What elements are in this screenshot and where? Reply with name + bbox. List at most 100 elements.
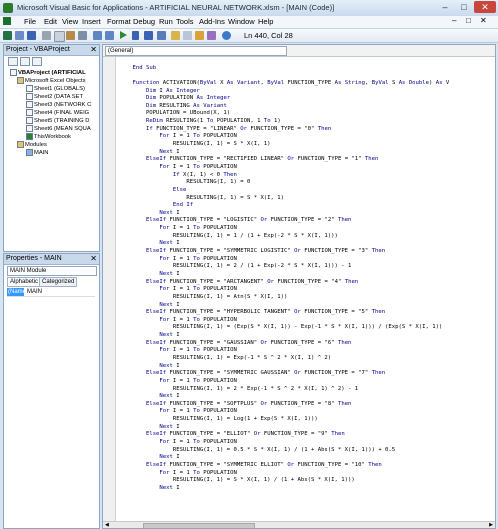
code-line[interactable]: For I = 1 To POPULATION bbox=[119, 133, 449, 141]
code-line[interactable]: For I = 1 To POPULATION bbox=[119, 470, 449, 478]
code-line[interactable]: RESULTING(I, 1) = S * X(I, 1) / (1 + Abs… bbox=[119, 477, 449, 485]
code-line[interactable]: Next I bbox=[119, 210, 449, 218]
object-select[interactable]: MAIN Module bbox=[7, 266, 97, 276]
menu-view[interactable]: View bbox=[62, 17, 78, 26]
code-editor[interactable]: End Sub Function ACTIVATION(ByVal X As V… bbox=[119, 57, 449, 493]
code-line[interactable] bbox=[119, 72, 449, 80]
code-line[interactable]: Next I bbox=[119, 393, 449, 401]
object-combo[interactable]: (General) bbox=[105, 46, 287, 56]
menu-file[interactable]: File bbox=[24, 17, 36, 26]
code-line[interactable]: Next I bbox=[119, 271, 449, 279]
close-button[interactable]: ✕ bbox=[474, 1, 496, 13]
code-line[interactable]: Function ACTIVATION(ByVal X As Variant, … bbox=[119, 80, 449, 88]
code-line[interactable]: Next I bbox=[119, 302, 449, 310]
code-line[interactable]: ElseIf FUNCTION_TYPE = "SYMMETRIC LOGIST… bbox=[119, 248, 449, 256]
tree-module-main[interactable]: MAIN bbox=[26, 149, 49, 158]
code-line[interactable]: RESULTING(I, 1) = S * X(I, 1) bbox=[119, 195, 449, 203]
menu-add-ins[interactable]: Add-Ins bbox=[199, 17, 225, 26]
code-line[interactable]: End If bbox=[119, 202, 449, 210]
child-minimize-button[interactable]: – bbox=[452, 16, 456, 25]
code-line[interactable]: ReDim RESULTING(1 To POPULATION, 1 To 1) bbox=[119, 118, 449, 126]
reset-icon[interactable] bbox=[144, 31, 153, 40]
code-line[interactable]: RESULTING(I, 1) = Exp(-1 * S ^ 2 * X(I, … bbox=[119, 355, 449, 363]
code-line[interactable]: RESULTING(I, 1) = 0 bbox=[119, 179, 449, 187]
code-line[interactable]: For I = 1 To POPULATION bbox=[119, 225, 449, 233]
code-line[interactable]: ElseIf FUNCTION_TYPE = "ELLIOT" Or FUNCT… bbox=[119, 431, 449, 439]
code-line[interactable]: RESULTING(I, 1) = Log(1 + Exp(S * X(I, 1… bbox=[119, 416, 449, 424]
code-line[interactable]: Next I bbox=[119, 149, 449, 157]
code-line[interactable]: ElseIf FUNCTION_TYPE = "SOFTPLUS" Or FUN… bbox=[119, 401, 449, 409]
break-icon[interactable] bbox=[132, 31, 139, 40]
code-line[interactable]: For I = 1 To POPULATION bbox=[119, 286, 449, 294]
scrollbar-thumb[interactable] bbox=[143, 523, 255, 528]
code-line[interactable]: RESULTING(I, 1) = 0.5 * S * X(I, 1) / (1… bbox=[119, 447, 449, 455]
code-line[interactable]: For I = 1 To POPULATION bbox=[119, 347, 449, 355]
code-line[interactable]: Next I bbox=[119, 363, 449, 371]
property-value[interactable]: MAIN bbox=[27, 288, 42, 296]
code-line[interactable]: RESULTING(I, 1) = (Exp(S * X(I, 1)) - Ex… bbox=[119, 324, 449, 332]
toolbox-icon[interactable] bbox=[207, 31, 216, 40]
code-line[interactable]: RESULTING(I, 1) = 1 / (1 + Exp(-2 * S * … bbox=[119, 233, 449, 241]
code-line[interactable]: RESULTING(I, 1) = Atn(S * X(I, 1)) bbox=[119, 294, 449, 302]
code-line[interactable]: For I = 1 To POPULATION bbox=[119, 256, 449, 264]
code-line[interactable]: For I = 1 To POPULATION bbox=[119, 317, 449, 325]
run-icon[interactable] bbox=[120, 31, 127, 39]
help-icon[interactable] bbox=[222, 31, 231, 40]
code-line[interactable]: ElseIf FUNCTION_TYPE = "HYPERBOLIC TANGE… bbox=[119, 309, 449, 317]
scroll-right-icon[interactable]: ▶ bbox=[489, 522, 493, 528]
code-line[interactable]: Next I bbox=[119, 240, 449, 248]
view-code-icon[interactable] bbox=[8, 57, 18, 66]
undo-icon[interactable] bbox=[93, 31, 102, 40]
redo-icon[interactable] bbox=[105, 31, 114, 40]
find-icon[interactable] bbox=[78, 31, 87, 40]
project-explorer-icon[interactable] bbox=[171, 31, 180, 40]
menu-format[interactable]: Format bbox=[107, 17, 131, 26]
code-line[interactable]: Next I bbox=[119, 332, 449, 340]
properties-icon[interactable] bbox=[183, 31, 192, 40]
object-browser-icon[interactable] bbox=[195, 31, 204, 40]
menu-help[interactable]: Help bbox=[258, 17, 273, 26]
design-mode-icon[interactable] bbox=[157, 31, 166, 40]
view-object-icon[interactable] bbox=[20, 57, 30, 66]
code-line[interactable]: For I = 1 To POPULATION bbox=[119, 378, 449, 386]
code-line[interactable]: ElseIf FUNCTION_TYPE = "RECTIFIED LINEAR… bbox=[119, 156, 449, 164]
save-icon[interactable] bbox=[27, 31, 36, 40]
code-line[interactable]: ElseIf FUNCTION_TYPE = "GAUSSIAN" Or FUN… bbox=[119, 340, 449, 348]
code-line[interactable] bbox=[119, 57, 449, 65]
copy-icon[interactable] bbox=[54, 31, 65, 42]
toggle-folders-icon[interactable] bbox=[32, 57, 42, 66]
child-close-button[interactable]: ✕ bbox=[480, 16, 487, 25]
code-line[interactable]: For I = 1 To POPULATION bbox=[119, 408, 449, 416]
code-line[interactable]: Dim RESULTING As Variant bbox=[119, 103, 449, 111]
code-line[interactable]: Next I bbox=[119, 424, 449, 432]
code-line[interactable]: Dim I As Integer bbox=[119, 88, 449, 96]
code-line[interactable]: RESULTING(I, 1) = 2 / (1 + Exp(-2 * S * … bbox=[119, 263, 449, 271]
tab-categorized[interactable]: Categorized bbox=[39, 277, 78, 287]
tab-alphabetic[interactable]: Alphabetic bbox=[7, 277, 42, 287]
code-line[interactable]: POPULATION = UBound(X, 1) bbox=[119, 110, 449, 118]
code-line[interactable]: Next I bbox=[119, 454, 449, 462]
code-line[interactable]: ElseIf FUNCTION_TYPE = "SYMMETRIC GAUSSI… bbox=[119, 370, 449, 378]
restore-button[interactable]: □ bbox=[455, 1, 473, 13]
code-line[interactable]: ElseIf FUNCTION_TYPE = "LOGISTIC" Or FUN… bbox=[119, 217, 449, 225]
code-line[interactable]: ElseIf FUNCTION_TYPE = "SYMMETRIC ELLIOT… bbox=[119, 462, 449, 470]
cut-icon[interactable] bbox=[42, 31, 51, 40]
property-row-name[interactable]: (Name) MAIN bbox=[7, 288, 95, 297]
code-line[interactable]: If FUNCTION_TYPE = "LINEAR" Or FUNCTION_… bbox=[119, 126, 449, 134]
scroll-left-icon[interactable]: ◀ bbox=[105, 522, 109, 528]
menu-debug[interactable]: Debug bbox=[133, 17, 155, 26]
menu-insert[interactable]: Insert bbox=[82, 17, 101, 26]
paste-icon[interactable] bbox=[66, 31, 75, 40]
child-restore-button[interactable]: □ bbox=[466, 16, 471, 25]
code-line[interactable]: End Sub bbox=[119, 65, 449, 73]
menu-run[interactable]: Run bbox=[159, 17, 173, 26]
menu-tools[interactable]: Tools bbox=[176, 17, 194, 26]
properties-pane-close-icon[interactable]: ✕ bbox=[88, 254, 97, 264]
code-line[interactable]: RESULTING(I, 1) = S * X(I, 1) bbox=[119, 141, 449, 149]
excel-icon[interactable] bbox=[3, 17, 11, 25]
menu-edit[interactable]: Edit bbox=[44, 17, 57, 26]
code-line[interactable]: If X(I, 1) < 0 Then bbox=[119, 172, 449, 180]
menu-window[interactable]: Window bbox=[228, 17, 255, 26]
code-line[interactable]: Next I bbox=[119, 485, 449, 493]
code-line[interactable]: Else bbox=[119, 187, 449, 195]
